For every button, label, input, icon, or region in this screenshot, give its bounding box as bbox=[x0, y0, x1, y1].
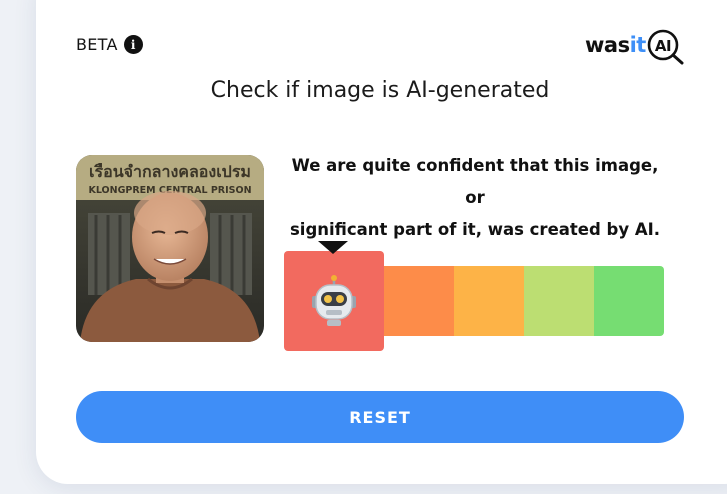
wasitai-logo[interactable]: was it AI bbox=[585, 28, 684, 65]
info-icon[interactable]: i bbox=[123, 35, 143, 54]
meter-segment-2 bbox=[384, 266, 454, 336]
logo-it: it bbox=[629, 33, 647, 57]
uploaded-image: เรือนจำกลางคลองเปรม KLONGPREM CENTRAL PR… bbox=[76, 155, 264, 342]
logo-was: was bbox=[585, 33, 630, 57]
meter-segment-5 bbox=[594, 266, 664, 336]
verdict-line-1: We are quite confident that this image, … bbox=[291, 156, 659, 207]
robot-icon bbox=[312, 275, 356, 326]
magnifier-icon: AI bbox=[647, 28, 684, 65]
meter-pointer bbox=[318, 241, 348, 254]
page-title: Check if image is AI-generated bbox=[210, 78, 550, 103]
svg-text:เรือนจำกลางคลองเปรม: เรือนจำกลางคลองเปรม bbox=[89, 162, 251, 181]
verdict-text: We are quite confident that this image, … bbox=[280, 150, 670, 246]
meter-segment-4 bbox=[524, 266, 594, 336]
beta-label: BETA i bbox=[76, 35, 143, 54]
meter-segment-active bbox=[284, 251, 384, 351]
logo-ai: AI bbox=[655, 37, 671, 55]
beta-text: BETA bbox=[76, 35, 118, 54]
reset-button[interactable]: RESET bbox=[76, 391, 684, 443]
meter-segment-3 bbox=[454, 266, 524, 336]
